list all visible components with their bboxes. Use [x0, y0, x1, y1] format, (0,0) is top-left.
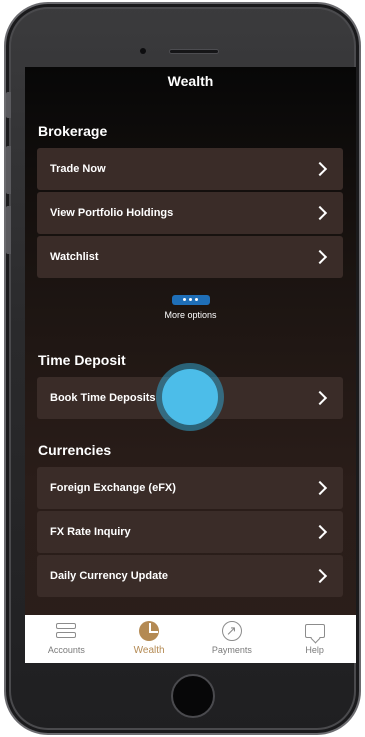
foreign-exchange-row[interactable]: Foreign Exchange (eFX) — [37, 467, 343, 509]
mute-switch — [6, 92, 11, 118]
daily-currency-update-row[interactable]: Daily Currency Update — [37, 555, 343, 597]
row-label: Daily Currency Update — [50, 570, 168, 582]
brokerage-heading: Brokerage — [38, 123, 108, 139]
accounts-icon — [56, 623, 77, 639]
chevron-right-icon — [312, 390, 328, 406]
front-camera — [140, 48, 146, 54]
more-dots-icon — [171, 294, 210, 305]
row-label: FX Rate Inquiry — [50, 526, 131, 538]
row-label: Book Time Deposits — [50, 392, 156, 404]
page-title: Wealth — [167, 73, 214, 89]
more-options-button[interactable]: More options — [25, 288, 356, 320]
currencies-heading: Currencies — [38, 442, 112, 458]
volume-down-button — [6, 206, 11, 254]
watchlist-row[interactable]: Watchlist — [37, 236, 343, 278]
chevron-right-icon — [312, 249, 328, 265]
tab-wealth[interactable]: Wealth — [109, 620, 189, 656]
row-label: Trade Now — [50, 163, 106, 175]
home-button[interactable] — [171, 674, 215, 718]
help-icon — [304, 624, 325, 638]
wealth-icon — [139, 621, 160, 641]
chevron-right-icon — [312, 480, 328, 496]
fx-rate-inquiry-row[interactable]: FX Rate Inquiry — [37, 511, 343, 553]
tab-label: Help — [305, 645, 324, 655]
payments-icon — [221, 621, 242, 641]
tab-payments[interactable]: Payments — [192, 620, 272, 655]
row-label: Watchlist — [50, 251, 99, 263]
tab-label: Wealth — [133, 645, 165, 656]
more-options-label: More options — [164, 310, 217, 320]
time-deposit-heading: Time Deposit — [38, 352, 126, 368]
row-label: View Portfolio Holdings — [50, 207, 174, 219]
row-label: Foreign Exchange (eFX) — [50, 482, 176, 494]
tab-label: Payments — [211, 645, 252, 655]
tab-accounts[interactable]: Accounts — [26, 620, 106, 655]
tab-help[interactable]: Help — [275, 620, 355, 655]
tap-indicator — [156, 363, 224, 431]
chevron-right-icon — [312, 568, 328, 584]
tab-label: Accounts — [47, 645, 85, 655]
bottom-tab-bar: Accounts Wealth Payments Help — [25, 615, 356, 663]
chevron-right-icon — [312, 205, 328, 221]
trade-now-row[interactable]: Trade Now — [37, 148, 343, 190]
view-portfolio-holdings-row[interactable]: View Portfolio Holdings — [37, 192, 343, 234]
volume-up-button — [6, 146, 11, 194]
app-screen: Wealth Brokerage Trade Now View Portfoli… — [25, 67, 356, 663]
chevron-right-icon — [312, 524, 328, 540]
chevron-right-icon — [312, 161, 328, 177]
earpiece-speaker — [169, 49, 219, 54]
